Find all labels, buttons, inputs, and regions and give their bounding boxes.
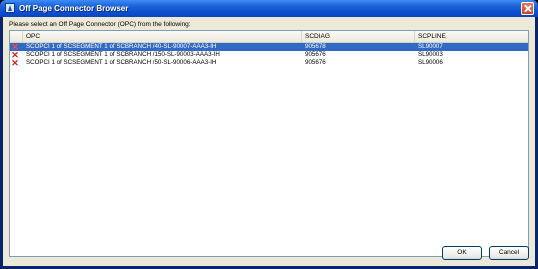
ok-button[interactable]: OK [442, 246, 482, 260]
opc-list[interactable]: OPC SCDIAG SCPLINE ✕ SCOPCI 1 of SCSEGME… [9, 30, 529, 257]
dialog-client-area: Please select an Off Page Connector (OPC… [3, 17, 535, 266]
cancel-button[interactable]: Cancel [489, 246, 529, 260]
scpline-cell: SL90007 [418, 43, 443, 50]
table-row[interactable]: ✕ SCOPCI 1 of SCSEGMENT 1 of SCBRANCH /4… [10, 43, 528, 52]
scdiag-cell: 905676 [305, 59, 326, 66]
column-header-scpline[interactable]: SCPLINE [415, 31, 528, 42]
close-button[interactable] [521, 2, 534, 15]
column-header-scdiag[interactable]: SCDIAG [302, 31, 415, 42]
column-header-status[interactable] [10, 31, 23, 42]
dialog-window: Off Page Connector Browser Please select… [0, 0, 538, 269]
table-row[interactable]: ✕ SCOPCI 1 of SCSEGMENT 1 of SCBRANCH /5… [10, 58, 528, 68]
scdiag-cell: 905678 [305, 43, 326, 50]
scdiag-cell: 905676 [305, 51, 326, 58]
error-x-icon: ✕ [11, 58, 19, 68]
instruction-label: Please select an Off Page Connector (OPC… [9, 21, 191, 28]
opc-cell: SCOPCI 1 of SCSEGMENT 1 of SCBRANCH /150… [26, 51, 220, 58]
list-header: OPC SCDIAG SCPLINE [10, 31, 528, 43]
title-bar[interactable]: Off Page Connector Browser [0, 0, 538, 17]
window-title: Off Page Connector Browser [19, 4, 129, 13]
opc-cell: SCOPCI 1 of SCSEGMENT 1 of SCBRANCH /50-… [26, 59, 217, 66]
scpline-cell: SL90003 [418, 51, 443, 58]
opc-cell: SCOPCI 1 of SCSEGMENT 1 of SCBRANCH /40-… [26, 43, 217, 50]
column-header-opc[interactable]: OPC [23, 31, 302, 42]
scpline-cell: SL90006 [418, 59, 443, 66]
table-row[interactable]: ✕ SCOPCI 1 of SCSEGMENT 1 of SCBRANCH /1… [10, 51, 528, 60]
app-icon [5, 3, 15, 13]
